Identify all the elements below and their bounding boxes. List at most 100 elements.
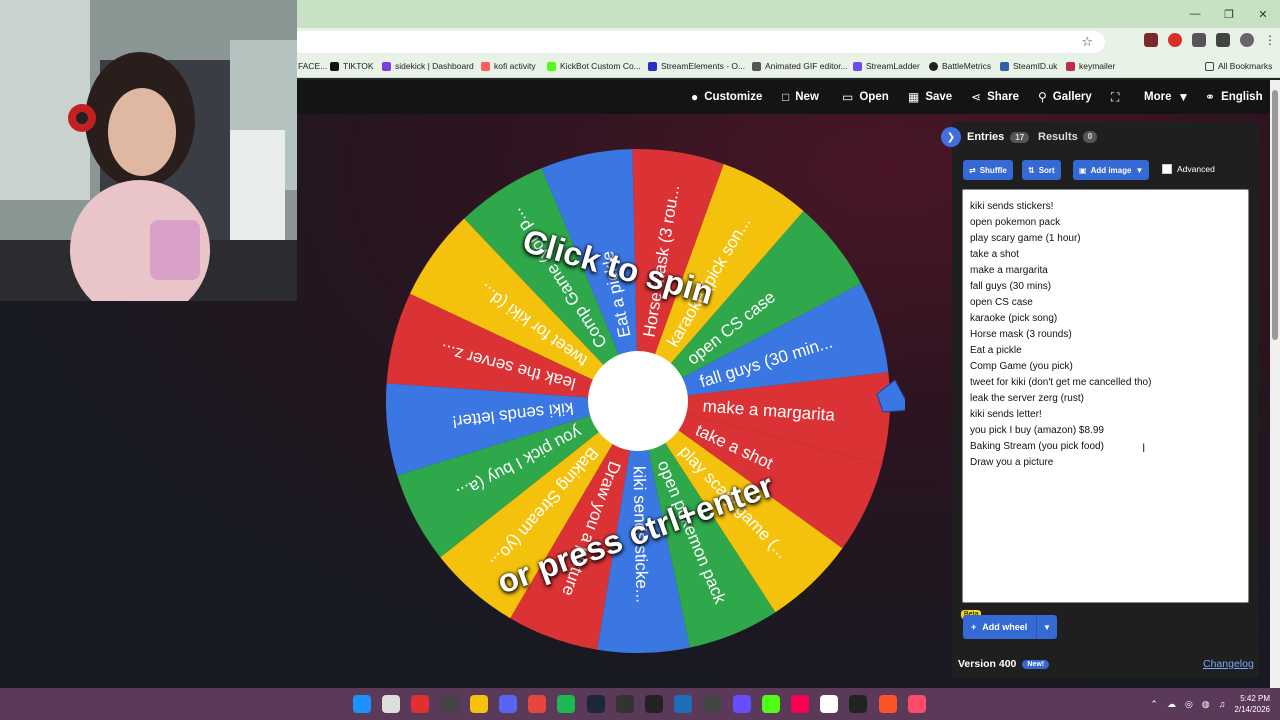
network-icon[interactable]: ☁ bbox=[1167, 699, 1176, 710]
kofi-icon bbox=[481, 61, 490, 71]
folder-open-icon: ▭ bbox=[842, 90, 854, 104]
bookmark-item[interactable]: keymailer bbox=[1066, 61, 1115, 71]
app-icon[interactable] bbox=[820, 695, 839, 713]
steam-icon[interactable] bbox=[586, 695, 605, 713]
bookmark-item[interactable]: FACE... bbox=[298, 61, 327, 71]
new-button[interactable]: □ New bbox=[782, 90, 819, 104]
customize-button[interactable]: ● Customize bbox=[691, 90, 762, 104]
bookmark-item[interactable]: KickBot Custom Co... bbox=[547, 61, 641, 71]
entry-line[interactable]: kiki sends letter! bbox=[970, 407, 1241, 423]
share-button[interactable]: ⋖ Share bbox=[971, 90, 1019, 104]
caret-down-icon[interactable]: ▼ bbox=[1037, 623, 1057, 632]
obs-icon[interactable] bbox=[645, 695, 663, 713]
bookmark-item[interactable]: sidekick | Dashboard bbox=[382, 61, 474, 71]
bookmark-item[interactable]: kofi activity bbox=[481, 61, 536, 71]
changelog-link[interactable]: Changelog bbox=[1203, 658, 1254, 670]
bookmark-star-icon[interactable]: ☆ bbox=[1081, 34, 1093, 50]
page-scrollbar[interactable] bbox=[1270, 80, 1280, 688]
address-bar[interactable]: ☆ bbox=[290, 31, 1105, 53]
tiktok-icon[interactable] bbox=[791, 695, 809, 713]
bookmark-item[interactable]: Animated GIF editor... bbox=[752, 61, 848, 71]
checkbox[interactable] bbox=[1162, 164, 1172, 174]
restore-icon[interactable]: ❐ bbox=[1212, 0, 1246, 28]
entry-line[interactable]: karaoke (pick song) bbox=[970, 311, 1241, 327]
app-icon[interactable] bbox=[703, 695, 722, 713]
fullscreen-button[interactable]: ⛶ bbox=[1111, 90, 1119, 105]
entry-line[interactable]: Draw you a picture bbox=[970, 455, 1241, 471]
folder-icon[interactable] bbox=[469, 695, 488, 713]
extension-icon[interactable] bbox=[1144, 33, 1158, 47]
collapse-arrow-icon[interactable]: ❯ bbox=[941, 127, 961, 147]
bookmark-item[interactable]: BattleMetrics bbox=[929, 61, 991, 71]
entry-line[interactable]: open CS case bbox=[970, 295, 1241, 311]
shuffle-button[interactable]: ⇄ Shuffle bbox=[963, 160, 1013, 180]
photos-icon[interactable] bbox=[674, 695, 693, 713]
bookmark-item[interactable]: StreamElements - O... bbox=[648, 61, 745, 71]
add-wheel-main[interactable]: + Add wheel bbox=[963, 615, 1037, 639]
bookmark-item[interactable]: StreamLadder bbox=[853, 61, 920, 71]
menu-kebab-icon[interactable]: ⋮ bbox=[1264, 33, 1276, 47]
windows-start-icon[interactable] bbox=[353, 695, 371, 713]
entry-line[interactable]: Eat a pickle bbox=[970, 343, 1241, 359]
search-icon[interactable] bbox=[382, 695, 401, 713]
sidepanel-icon[interactable] bbox=[1216, 33, 1230, 47]
more-menu-button[interactable]: More ▼ bbox=[1144, 90, 1189, 104]
bookmark-item[interactable]: TIKTOK bbox=[330, 61, 374, 71]
entries-textarea[interactable]: kiki sends stickers! open pokemon pack pla… bbox=[962, 189, 1249, 603]
mic-icon[interactable]: ◎ bbox=[1185, 699, 1193, 710]
caret-down-icon: ▼ bbox=[1135, 165, 1144, 175]
entry-line[interactable]: Comp Game (you pick) bbox=[970, 359, 1241, 375]
tab-results[interactable]: Results 0 bbox=[1038, 131, 1098, 143]
entry-line[interactable]: leak the server zerg (rust) bbox=[970, 391, 1241, 407]
chevron-up-icon[interactable]: ⌃ bbox=[1150, 699, 1158, 710]
open-button[interactable]: ▭ Open bbox=[842, 90, 889, 104]
spotify-icon[interactable] bbox=[557, 695, 576, 713]
entry-line[interactable]: kiki sends stickers! bbox=[970, 199, 1241, 215]
add-image-button[interactable]: ▣ Add image ▼ bbox=[1073, 160, 1150, 180]
spinner-wheel[interactable]: make a margaritafall guys (30 min...open… bbox=[385, 148, 905, 658]
advanced-checkbox[interactable]: Advanced bbox=[1162, 164, 1215, 174]
scroll-thumb[interactable] bbox=[1272, 90, 1278, 340]
app-icon[interactable] bbox=[440, 695, 459, 713]
puzzle-icon[interactable] bbox=[1192, 33, 1206, 47]
chrome-icon[interactable] bbox=[528, 695, 547, 713]
entry-line[interactable]: tweet for kiki (don't get me cancelled t… bbox=[970, 375, 1241, 391]
entry-line[interactable]: Baking Stream (you pick food) bbox=[970, 439, 1241, 455]
volume-icon[interactable]: ♫ bbox=[1219, 699, 1226, 709]
gallery-button[interactable]: ⚲ Gallery bbox=[1038, 90, 1092, 104]
entry-line[interactable]: make a margarita bbox=[970, 263, 1241, 279]
profile-avatar[interactable] bbox=[1240, 33, 1254, 47]
entry-line[interactable]: Horse mask (3 rounds) bbox=[970, 327, 1241, 343]
gif-editor-icon bbox=[752, 61, 761, 71]
discord-icon[interactable] bbox=[499, 695, 517, 713]
entry-line[interactable]: open pokemon pack bbox=[970, 215, 1241, 231]
entry-line[interactable]: fall guys (30 mins) bbox=[970, 279, 1241, 295]
save-button[interactable]: ▦ Save bbox=[908, 90, 952, 104]
streamladder-icon bbox=[853, 61, 862, 71]
hud-icon[interactable] bbox=[411, 695, 430, 713]
extension-icon[interactable] bbox=[1168, 33, 1182, 47]
clock[interactable]: 5:42 PM 2/14/2026 bbox=[1234, 693, 1270, 715]
app-icon[interactable] bbox=[849, 695, 868, 713]
kick-icon[interactable] bbox=[761, 695, 780, 713]
all-bookmarks-button[interactable]: All Bookmarks bbox=[1205, 61, 1272, 71]
sort-button[interactable]: ⇅ Sort bbox=[1022, 160, 1061, 180]
app-icon[interactable] bbox=[907, 695, 926, 713]
minimize-icon[interactable]: — bbox=[1178, 0, 1212, 28]
entry-line[interactable]: play scary game (1 hour) bbox=[970, 231, 1241, 247]
tab-entries[interactable]: ❯ Entries 17 bbox=[941, 127, 1030, 147]
plus-icon: + bbox=[971, 622, 977, 632]
brave-icon[interactable] bbox=[878, 695, 897, 713]
wheel-center[interactable] bbox=[588, 351, 688, 451]
close-icon[interactable]: ✕ bbox=[1246, 0, 1280, 28]
wifi-icon[interactable]: ◍ bbox=[1202, 699, 1210, 710]
language-button[interactable]: ⚭ English bbox=[1205, 90, 1263, 104]
entry-line[interactable]: take a shot bbox=[970, 247, 1241, 263]
media-icon[interactable] bbox=[615, 695, 634, 713]
entry-line[interactable]: you pick I buy (amazon) $8.99 bbox=[970, 423, 1241, 439]
system-tray: ⌃ ☁ ◎ ◍ ♫ 5:42 PM 2/14/2026 bbox=[1150, 693, 1270, 715]
app-icon[interactable] bbox=[732, 695, 751, 713]
add-wheel-button[interactable]: + Add wheel ▼ bbox=[963, 615, 1057, 639]
bookmark-item[interactable]: SteamID.uk bbox=[1000, 61, 1057, 71]
shuffle-icon: ⇄ bbox=[969, 165, 976, 175]
